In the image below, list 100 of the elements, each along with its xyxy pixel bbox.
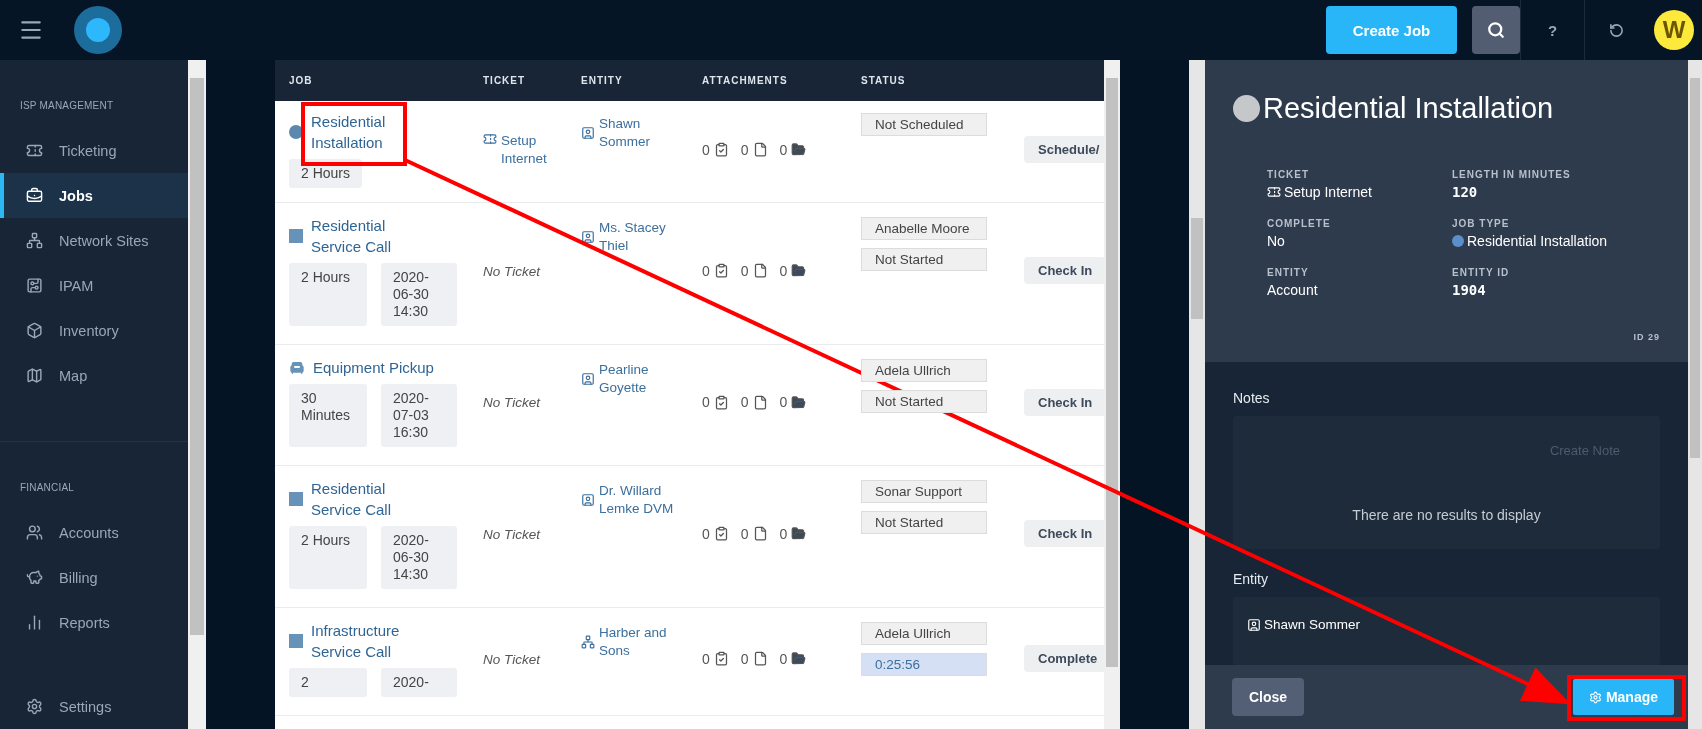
circle-marker-icon <box>1233 95 1260 122</box>
contact-card-icon <box>581 493 595 507</box>
no-ticket-text: No Ticket <box>483 395 540 410</box>
sidebar-item[interactable]: Inventory <box>0 308 188 353</box>
contact-card-icon <box>581 230 595 244</box>
action-button[interactable]: Check In <box>1024 520 1104 547</box>
box-icon <box>26 322 43 339</box>
file-icon <box>752 394 768 410</box>
ticket-icon <box>483 131 497 146</box>
column-header: STATUS <box>861 75 907 86</box>
job-chip: 2020-06-30 14:30 <box>381 263 457 326</box>
sidebar-item[interactable]: Network Sites <box>0 218 188 263</box>
column-header: TICKET <box>483 75 527 86</box>
file-icon <box>752 526 768 541</box>
action-button[interactable]: Check In <box>1024 388 1104 416</box>
no-ticket-text: No Ticket <box>483 526 540 542</box>
sidebar-item[interactable]: Accounts <box>0 510 188 555</box>
job-chip: 2 <box>289 668 367 697</box>
action-button[interactable]: Complete <box>1024 645 1104 672</box>
network-icon <box>581 635 595 649</box>
piggy-bank-icon <box>26 569 43 586</box>
action-button[interactable]: Check In <box>1024 257 1104 284</box>
no-ticket-text: No Ticket <box>483 263 540 279</box>
section-title: ISP MANAGEMENT <box>19 99 115 113</box>
job-chip: 2020-06-30 14:30 <box>381 526 457 589</box>
folder-icon <box>791 526 807 541</box>
column-header: ATTACHMENTS <box>702 75 789 86</box>
sidebar-item[interactable]: Ticketing <box>0 128 188 173</box>
job-chip: 30 Minutes <box>289 384 367 447</box>
status-label: Sonar Support <box>861 480 987 503</box>
field-label: TICKET <box>1267 169 1311 180</box>
empty-message: There are no results to display <box>1351 506 1542 525</box>
close-button[interactable]: Close <box>1232 678 1305 716</box>
field-label: JOB TYPE <box>1452 218 1511 229</box>
action-button[interactable]: Schedule/ <box>1024 136 1104 163</box>
field-value: No <box>1267 233 1285 249</box>
dot-icon <box>1452 235 1464 247</box>
job-link[interactable]: Residential Service Call <box>311 478 436 520</box>
ticket-icon <box>26 142 43 159</box>
sidebar-item[interactable]: Settings <box>0 684 188 729</box>
entity-link[interactable]: Harber and Sons <box>581 624 702 660</box>
column-header: ENTITY <box>581 75 624 86</box>
field-value: Residential Installation <box>1467 233 1608 249</box>
record-id: ID 29 <box>1632 331 1660 342</box>
status-label: Not Scheduled <box>861 113 987 136</box>
entity-link[interactable]: Dr. Willard Lemke DVM <box>581 482 702 518</box>
attachment-count: 0 <box>702 650 729 667</box>
attachment-count: 0 <box>702 525 729 542</box>
settings-icon <box>1588 690 1602 704</box>
job-link[interactable]: Residential Installation <box>311 111 436 153</box>
attachment-count: 0 <box>779 650 807 667</box>
status-label: Not Started <box>861 511 987 534</box>
map-icon <box>26 367 43 384</box>
folder-icon <box>791 394 807 410</box>
clipboard-check-icon <box>713 651 729 666</box>
sidebar-item[interactable]: Reports <box>0 600 188 645</box>
section-title: FINANCIAL <box>19 481 76 495</box>
clipboard-check-icon <box>713 394 729 410</box>
job-link[interactable]: Infrastructure Service Call <box>311 620 436 662</box>
field-label: ENTITY <box>1267 267 1310 278</box>
job-chip: 2020-07-03 16:30 <box>381 384 457 447</box>
clipboard-check-icon <box>713 142 729 157</box>
field-value: Setup Internet <box>1284 184 1372 200</box>
file-icon <box>752 651 768 666</box>
attachment-count: 0 <box>779 262 807 279</box>
entity-link[interactable]: Ms. Stacey Thiel <box>581 219 702 255</box>
user-avatar[interactable]: W <box>1654 10 1694 50</box>
ticket-link[interactable]: Setup Internet <box>483 131 581 168</box>
entity-name: Shawn Sommer <box>1264 617 1361 632</box>
attachment-count: 0 <box>779 525 807 542</box>
timer-label: 0:25:56 <box>861 653 987 676</box>
panel-title: Residential Installation <box>1263 92 1554 125</box>
section-heading: Entity <box>1233 570 1269 589</box>
refresh-icon <box>1609 22 1624 38</box>
column-header: JOB <box>289 75 314 86</box>
status-label: Anabelle Moore <box>861 217 987 240</box>
attachment-count: 0 <box>740 650 768 667</box>
attachment-count: 0 <box>702 394 729 410</box>
attachment-count: 0 <box>779 141 807 158</box>
field-label: ENTITY ID <box>1452 267 1511 278</box>
network-icon <box>26 232 43 249</box>
entity-link[interactable]: Pearline Goyette <box>581 361 702 397</box>
job-link[interactable]: Residential Service Call <box>311 215 436 257</box>
contact-card-icon <box>581 372 595 386</box>
sidebar-item[interactable]: Jobs <box>0 173 188 218</box>
status-label: Not Started <box>861 390 987 413</box>
sidebar-item[interactable]: Map <box>0 353 188 398</box>
sidebar-item[interactable]: Billing <box>0 555 188 600</box>
entity-link[interactable]: Shawn Sommer <box>581 115 702 151</box>
attachment-count: 0 <box>779 394 807 410</box>
logo-icon <box>74 6 122 54</box>
attachment-count: 0 <box>740 141 768 158</box>
sidebar-item[interactable]: IPAM <box>0 263 188 308</box>
job-link[interactable]: Equipment Pickup <box>313 357 434 378</box>
folder-icon <box>791 263 807 278</box>
folder-icon <box>791 142 807 157</box>
settings-icon <box>26 698 43 715</box>
attachment-count: 0 <box>740 525 768 542</box>
search-button[interactable] <box>1472 6 1520 54</box>
file-icon <box>752 263 768 278</box>
